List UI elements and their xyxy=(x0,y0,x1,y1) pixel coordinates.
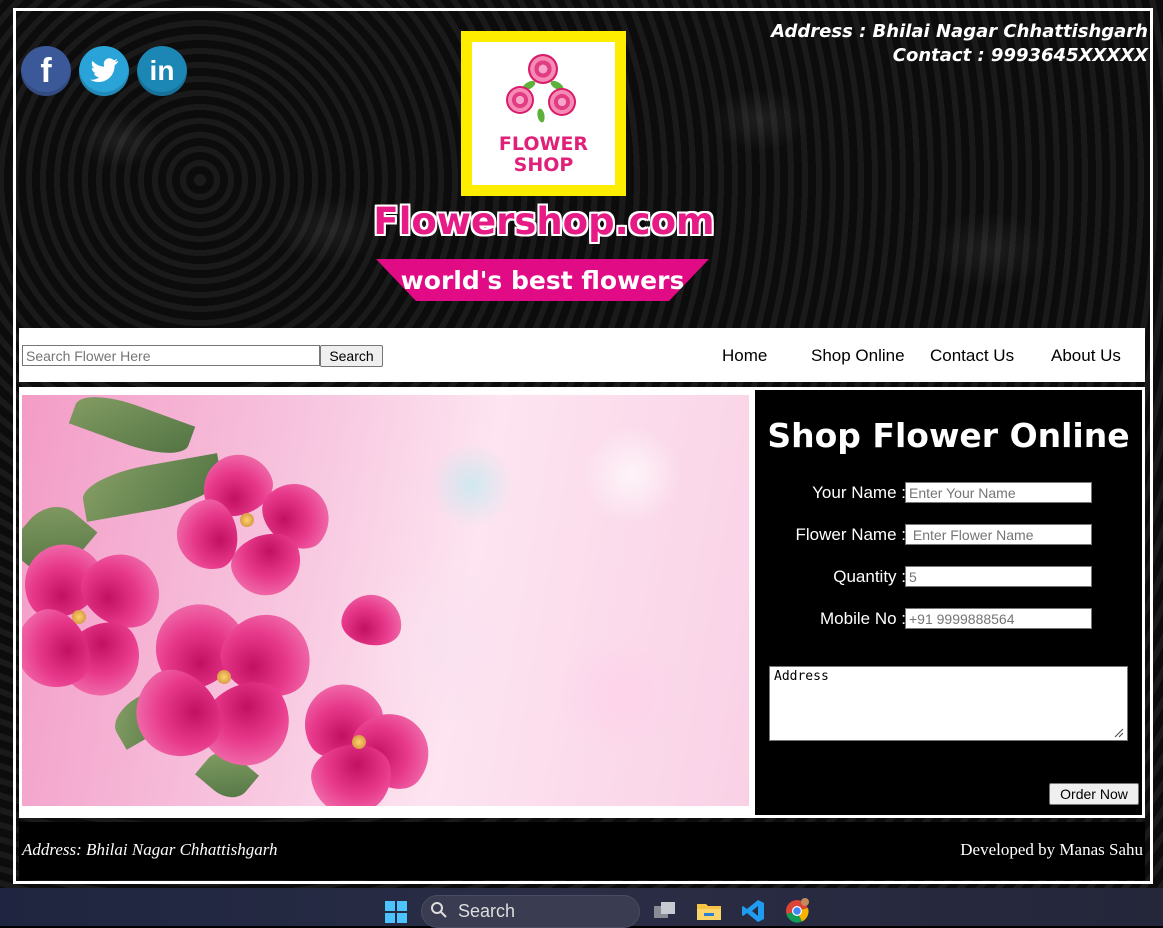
footer-address: Address: Bhilai Nagar Chhattishgarh xyxy=(22,840,278,859)
your-name-input[interactable] xyxy=(905,482,1092,503)
social-links: f in xyxy=(21,46,187,96)
nav-about-us[interactable]: About Us xyxy=(1051,346,1121,366)
order-form-panel: Shop Flower Online Your Name : Flower Na… xyxy=(752,387,1145,818)
nav-contact-us[interactable]: Contact Us xyxy=(930,346,1014,366)
mobile-input[interactable] xyxy=(905,608,1092,629)
tagline: world's best flowers xyxy=(376,259,709,301)
file-explorer-icon[interactable] xyxy=(695,898,723,924)
search-input[interactable] xyxy=(22,345,320,366)
main-content: Shop Flower Online Your Name : Flower Na… xyxy=(19,387,1145,818)
header-contact-info: Address : Bhilai Nagar Chhattishgarh Con… xyxy=(771,20,1148,68)
address-textarea[interactable] xyxy=(769,666,1128,741)
taskbar-search-label: Search xyxy=(458,901,516,921)
flower-name-input[interactable] xyxy=(905,524,1092,545)
nav-bar: Search Home Shop Online Contact Us About… xyxy=(19,328,1145,382)
facebook-glyph: f xyxy=(40,51,52,90)
form-row-flower: Flower Name : xyxy=(755,524,1148,546)
linkedin-icon[interactable]: in xyxy=(137,46,187,96)
nav-home[interactable]: Home xyxy=(722,346,767,366)
linkedin-glyph: in xyxy=(149,55,175,86)
logo-text: FLOWER SHOP xyxy=(498,133,589,176)
form-row-quantity: Quantity : xyxy=(755,566,1148,588)
chrome-icon[interactable] xyxy=(783,898,811,924)
task-view-icon[interactable] xyxy=(651,898,679,924)
rose-icon xyxy=(506,86,534,114)
order-form-title: Shop Flower Online xyxy=(767,416,1130,455)
hero-leaf xyxy=(68,395,196,465)
hero-flower-center xyxy=(217,670,231,684)
footer-credit: Developed by Manas Sahu xyxy=(960,840,1143,859)
logo-leaf xyxy=(536,107,546,124)
shop-logo: FLOWER SHOP xyxy=(461,31,626,196)
label-mobile-no: Mobile No : xyxy=(820,609,906,628)
vscode-icon[interactable] xyxy=(739,898,767,924)
site-name: Flowershop.com xyxy=(373,200,715,243)
twitter-icon[interactable] xyxy=(79,46,129,96)
search-button[interactable]: Search xyxy=(320,345,383,367)
hero-flower-center xyxy=(352,735,366,749)
facebook-icon[interactable]: f xyxy=(21,46,71,96)
form-row-name: Your Name : xyxy=(755,482,1148,504)
form-row-mobile: Mobile No : xyxy=(755,608,1148,630)
nav-shop-online[interactable]: Shop Online xyxy=(811,346,905,366)
rose-icon xyxy=(528,54,558,84)
label-flower-name: Flower Name : xyxy=(795,525,906,544)
label-quantity: Quantity : xyxy=(833,567,906,586)
hero-flower-center xyxy=(72,610,86,624)
header-contact: Contact : 9993645XXXXX xyxy=(892,45,1148,66)
order-now-button[interactable]: Order Now xyxy=(1049,783,1139,805)
hero-flower-image xyxy=(22,395,749,806)
taskbar-search-box[interactable] xyxy=(421,895,640,928)
label-your-name: Your Name : xyxy=(812,483,906,502)
rose-icon xyxy=(548,88,576,116)
footer: Address: Bhilai Nagar Chhattishgarh Deve… xyxy=(19,822,1145,880)
logo-inner: FLOWER SHOP xyxy=(472,42,615,185)
header-address: Address : Bhilai Nagar Chhattishgarh xyxy=(771,21,1148,42)
hero-flower-center xyxy=(240,513,254,527)
search-icon xyxy=(431,902,447,918)
windows-start-icon[interactable] xyxy=(385,901,407,923)
hero-petal xyxy=(338,590,406,650)
twitter-bird-glyph xyxy=(90,58,118,83)
quantity-input[interactable] xyxy=(905,566,1092,587)
resize-grip-icon[interactable] xyxy=(1112,726,1124,738)
